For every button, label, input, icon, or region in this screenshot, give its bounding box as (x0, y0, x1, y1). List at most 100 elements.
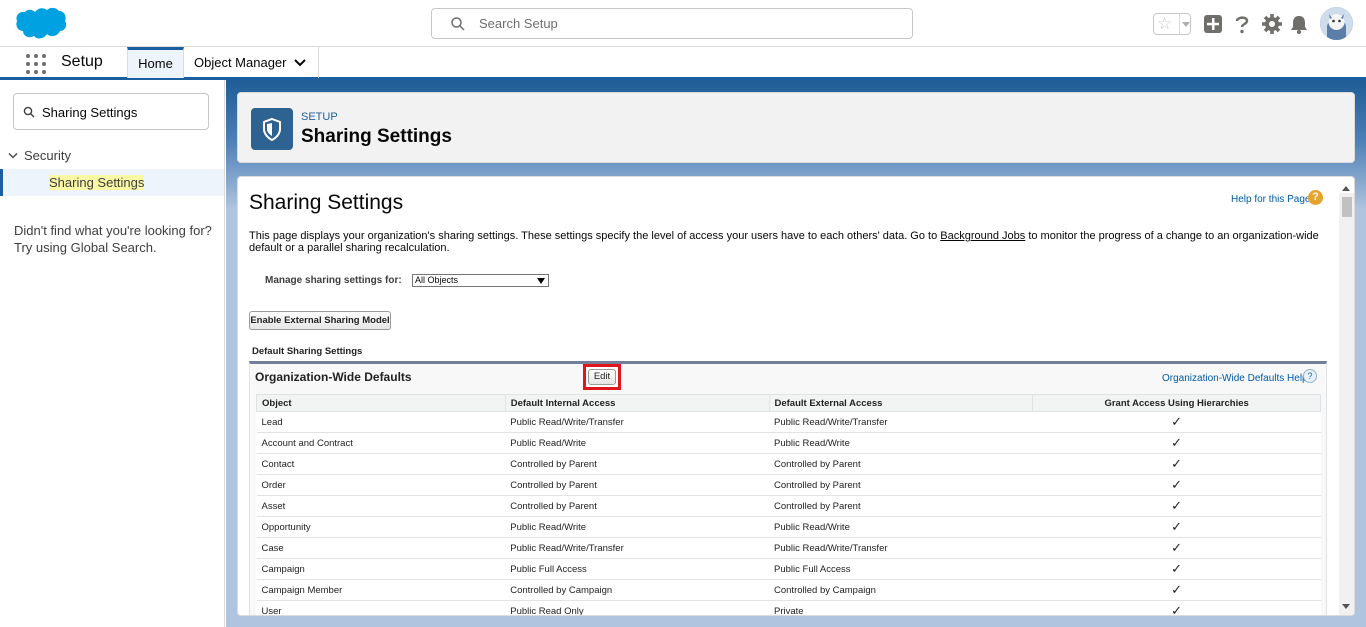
edit-button-highlight: Edit (583, 364, 621, 390)
help-question-icon[interactable]: ? (1308, 190, 1323, 205)
search-icon (451, 17, 465, 31)
table-header-row: Object Default Internal Access Default E… (256, 394, 1321, 412)
cell-internal-access: Public Read/Write (505, 432, 769, 454)
table-row: Asset Controlled by Parent Controlled by P… (256, 495, 1321, 517)
table-row: Opportunity Public Read/Write Public Read/… (256, 516, 1321, 538)
quick-find-input[interactable]: Sharing Settings (13, 93, 209, 130)
global-search-hint: Didn't find what you're looking for? Try… (14, 222, 219, 256)
main-content-area: SETUP Sharing Settings Sharing Settings … (226, 80, 1366, 627)
cell-grant-access: ✓ (1032, 453, 1321, 475)
cell-internal-access: Controlled by Parent (505, 474, 769, 496)
cell-external-access: Controlled by Campaign (769, 579, 1033, 601)
table-row: Campaign Public Full Access Public Full Ac… (256, 558, 1321, 580)
column-header: Default Internal Access (504, 394, 770, 412)
edit-button[interactable]: Edit (588, 369, 616, 385)
cell-internal-access: Controlled by Parent (505, 495, 769, 517)
manage-sharing-value: All Objects (415, 275, 459, 285)
tab-object-manager-label: Object Manager (194, 55, 287, 70)
scroll-down-arrow-icon[interactable] (1342, 604, 1350, 609)
column-header: Default External Access (768, 394, 1034, 412)
cell-external-access: Public Full Access (769, 558, 1033, 580)
cell-object: Account and Contract (256, 432, 506, 454)
page-header-icon-tile (251, 108, 293, 150)
tab-home[interactable]: Home (127, 47, 184, 78)
hint-line-2: Try using Global Search. (14, 240, 157, 255)
hint-line-1: Didn't find what you're looking for? (14, 223, 212, 238)
content-title: Sharing Settings (249, 191, 404, 214)
shield-icon (263, 117, 281, 142)
table-row: User Public Read Only Private ✓ (256, 600, 1321, 615)
background-jobs-link[interactable]: Background Jobs (940, 230, 1025, 242)
app-launcher-icon[interactable] (26, 54, 46, 74)
user-avatar[interactable] (1320, 7, 1353, 40)
cell-grant-access: ✓ (1032, 537, 1321, 559)
default-sharing-heading: Default Sharing Settings (252, 346, 363, 357)
cell-object: Campaign (256, 558, 506, 580)
tree-section-label: Security (24, 148, 71, 163)
cell-external-access: Controlled by Parent (769, 495, 1033, 517)
chevron-down-icon[interactable] (294, 58, 306, 68)
org-wide-defaults-help-link[interactable]: Organization-Wide Defaults Help (1162, 373, 1308, 384)
salesforce-logo[interactable] (13, 6, 67, 42)
tab-object-manager[interactable]: Object Manager (184, 47, 319, 78)
table-row: Order Controlled by Parent Controlled by P… (256, 474, 1321, 496)
cell-internal-access: Public Read/Write (505, 516, 769, 538)
help-question-icon[interactable] (1231, 13, 1253, 35)
select-arrow-icon (537, 278, 545, 284)
column-header: Grant Access Using Hierarchies (1032, 394, 1321, 412)
cell-object: Order (256, 474, 506, 496)
global-header: Search Setup ☆ (0, 0, 1366, 47)
cell-object: Campaign Member (256, 579, 506, 601)
tree-item-sharing-settings[interactable]: Sharing Settings (0, 169, 224, 196)
org-wide-defaults-section: Organization-Wide Defaults Edit Organiza… (249, 361, 1327, 615)
cell-grant-access: ✓ (1032, 432, 1321, 454)
enable-external-sharing-button[interactable]: Enable External Sharing Model (249, 311, 391, 330)
scrollbar-thumb[interactable] (1342, 197, 1352, 217)
table-row: Lead Public Read/Write/Transfer Public Rea… (256, 411, 1321, 433)
cell-object: Contact (256, 453, 506, 475)
column-header: Object (256, 394, 506, 412)
cell-external-access: Controlled by Parent (769, 474, 1033, 496)
table-body: Lead Public Read/Write/Transfer Public Rea… (256, 411, 1321, 615)
cell-grant-access: ✓ (1032, 558, 1321, 580)
cell-object: Case (256, 537, 506, 559)
cell-external-access: Public Read/Write/Transfer (769, 537, 1033, 559)
notifications-bell-icon[interactable] (1288, 13, 1310, 35)
cell-internal-access: Public Full Access (505, 558, 769, 580)
help-for-page-link[interactable]: Help for this Page (1231, 194, 1311, 205)
search-placeholder: Search Setup (479, 16, 558, 31)
favorites-dropdown-icon[interactable] (1179, 14, 1191, 34)
global-search[interactable]: Search Setup (431, 8, 913, 39)
cell-object: Asset (256, 495, 506, 517)
page-eyebrow: SETUP (301, 111, 338, 123)
cell-external-access: Public Read/Write (769, 432, 1033, 454)
global-actions-plus-icon[interactable] (1202, 13, 1224, 35)
help-question-icon[interactable]: ? (1303, 369, 1317, 383)
cell-grant-access: ✓ (1032, 474, 1321, 496)
cell-object: Opportunity (256, 516, 506, 538)
table-row: Case Public Read/Write/Transfer Public Rea… (256, 537, 1321, 559)
cell-internal-access: Controlled by Campaign (505, 579, 769, 601)
manage-sharing-select[interactable]: All Objects (412, 274, 549, 287)
scroll-up-arrow-icon[interactable] (1342, 186, 1350, 191)
chevron-down-icon[interactable] (8, 152, 18, 160)
app-nav-bar: Setup Home Object Manager (0, 47, 1366, 80)
sharing-settings-frame: Sharing Settings Help for this Page ? Th… (237, 176, 1355, 616)
favorites-button[interactable]: ☆ (1153, 13, 1191, 35)
table-row: Account and Contract Public Read/Write Pub… (256, 432, 1321, 454)
cell-external-access: Private (769, 600, 1033, 615)
cell-external-access: Controlled by Parent (769, 453, 1033, 475)
app-name: Setup (61, 53, 103, 70)
search-icon (23, 106, 35, 118)
favorites-star-icon: ☆ (1157, 14, 1173, 33)
setup-gear-icon[interactable] (1261, 13, 1283, 35)
scrollbar[interactable] (1339, 193, 1354, 615)
cell-external-access: Public Read/Write (769, 516, 1033, 538)
cell-object: Lead (256, 411, 506, 433)
tree-section-security[interactable]: Security (8, 148, 71, 163)
cell-grant-access: ✓ (1032, 411, 1321, 433)
cell-internal-access: Controlled by Parent (505, 453, 769, 475)
table-row: Contact Controlled by Parent Controlled by… (256, 453, 1321, 475)
cell-grant-access: ✓ (1032, 600, 1321, 615)
cell-grant-access: ✓ (1032, 579, 1321, 601)
